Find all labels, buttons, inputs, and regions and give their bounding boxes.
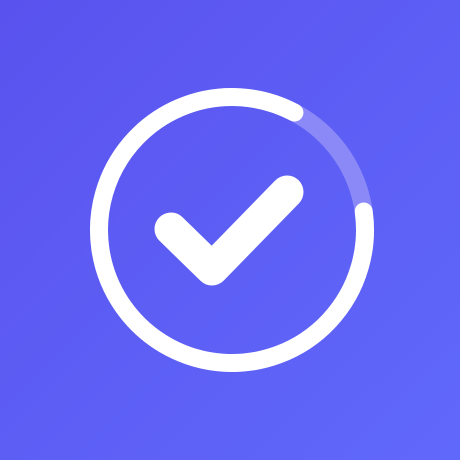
progress-check-graphic [90,88,374,372]
app-icon[interactable] [0,0,460,460]
checkmark-icon [154,175,304,286]
